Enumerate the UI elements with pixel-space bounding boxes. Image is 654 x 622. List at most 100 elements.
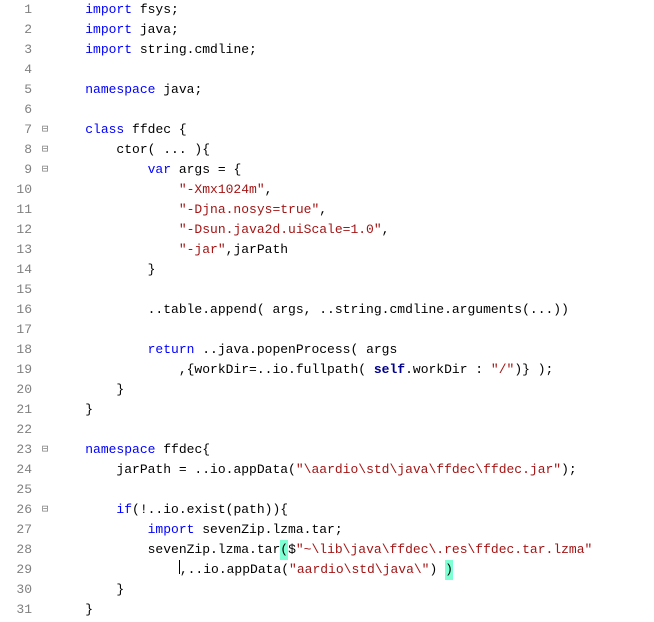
code-token: ,: [265, 180, 273, 200]
code-line[interactable]: return ..java.popenProcess( args: [54, 340, 654, 360]
code-token: args = {: [171, 160, 241, 180]
code-line[interactable]: "-Dsun.java2d.uiScale=1.0",: [54, 220, 654, 240]
code-line[interactable]: class ffdec {: [54, 120, 654, 140]
code-token: $: [288, 540, 296, 560]
line-number: 7: [0, 120, 32, 140]
line-number: 1: [0, 0, 32, 20]
line-number: 27: [0, 520, 32, 540]
line-number: 3: [0, 40, 32, 60]
code-line[interactable]: import string.cmdline;: [54, 40, 654, 60]
line-number-gutter: 1234567891011121314151617181920212223242…: [0, 0, 38, 620]
fold-spacer: [38, 340, 52, 360]
fold-spacer: [38, 480, 52, 500]
code-line[interactable]: ,{workDir=..io.fullpath( self.workDir : …: [54, 360, 654, 380]
fold-toggle-icon[interactable]: ⊟: [38, 500, 52, 520]
code-token: }: [116, 580, 124, 600]
line-number: 5: [0, 80, 32, 100]
fold-spacer: [38, 360, 52, 380]
code-line[interactable]: jarPath = ..io.appData("\aardio\std\java…: [54, 460, 654, 480]
code-token: ..java.popenProcess( args: [194, 340, 397, 360]
code-line[interactable]: import fsys;: [54, 0, 654, 20]
code-line[interactable]: sevenZip.lzma.tar($"~\lib\java\ffdec\.re…: [54, 540, 654, 560]
code-line[interactable]: namespace java;: [54, 80, 654, 100]
line-number: 21: [0, 400, 32, 420]
code-line[interactable]: [54, 420, 654, 440]
code-token: self: [374, 360, 405, 380]
code-line[interactable]: var args = {: [54, 160, 654, 180]
code-token: (!..io.exist(path)){: [132, 500, 288, 520]
code-token: ,..io.appData(: [180, 560, 289, 580]
fold-spacer: [38, 280, 52, 300]
code-line[interactable]: "-Xmx1024m",: [54, 180, 654, 200]
code-line[interactable]: [54, 100, 654, 120]
line-number: 14: [0, 260, 32, 280]
line-number: 24: [0, 460, 32, 480]
code-editor[interactable]: 1234567891011121314151617181920212223242…: [0, 0, 654, 620]
code-line[interactable]: [54, 280, 654, 300]
line-number: 31: [0, 600, 32, 620]
code-token: string.cmdline;: [132, 40, 257, 60]
fold-spacer: [38, 460, 52, 480]
code-token: java;: [155, 80, 202, 100]
code-token: ,jarPath: [226, 240, 288, 260]
line-number: 30: [0, 580, 32, 600]
code-line[interactable]: }: [54, 600, 654, 620]
code-line[interactable]: }: [54, 380, 654, 400]
code-line[interactable]: [54, 480, 654, 500]
code-token: }: [148, 260, 156, 280]
code-line[interactable]: }: [54, 260, 654, 280]
line-number: 4: [0, 60, 32, 80]
code-token: }: [85, 400, 93, 420]
fold-spacer: [38, 260, 52, 280]
code-token: ffdec{: [155, 440, 210, 460]
code-line[interactable]: "-jar",jarPath: [54, 240, 654, 260]
fold-spacer: [38, 600, 52, 620]
code-token: (: [280, 540, 288, 560]
code-token: ): [429, 560, 445, 580]
code-token: }: [85, 600, 93, 620]
code-line[interactable]: ,..io.appData("aardio\std\java\") ): [54, 560, 654, 580]
code-line[interactable]: import java;: [54, 20, 654, 40]
code-token: )} );: [514, 360, 553, 380]
code-token: }: [116, 380, 124, 400]
fold-spacer: [38, 20, 52, 40]
code-token: );: [561, 460, 577, 480]
line-number: 16: [0, 300, 32, 320]
line-number: 29: [0, 560, 32, 580]
code-token: import: [148, 520, 195, 540]
code-line[interactable]: }: [54, 400, 654, 420]
fold-spacer: [38, 0, 52, 20]
fold-gutter[interactable]: ⊟⊟⊟⊟⊟: [38, 0, 52, 620]
code-token: ..table.append( args, ..string.cmdline.a…: [148, 300, 569, 320]
fold-spacer: [38, 200, 52, 220]
code-line[interactable]: [54, 60, 654, 80]
fold-toggle-icon[interactable]: ⊟: [38, 120, 52, 140]
code-token: ,: [319, 200, 327, 220]
fold-spacer: [38, 560, 52, 580]
code-token: class: [85, 120, 124, 140]
fold-toggle-icon[interactable]: ⊟: [38, 140, 52, 160]
code-token: java;: [132, 20, 179, 40]
code-token: ,{workDir=..io.fullpath(: [179, 360, 374, 380]
fold-spacer: [38, 180, 52, 200]
fold-spacer: [38, 400, 52, 420]
fold-spacer: [38, 100, 52, 120]
code-line[interactable]: [54, 320, 654, 340]
line-number: 18: [0, 340, 32, 360]
code-line[interactable]: namespace ffdec{: [54, 440, 654, 460]
fold-spacer: [38, 380, 52, 400]
line-number: 28: [0, 540, 32, 560]
code-line[interactable]: }: [54, 580, 654, 600]
code-area[interactable]: import fsys; import java; import string.…: [52, 0, 654, 620]
code-line[interactable]: ctor( ... ){: [54, 140, 654, 160]
fold-toggle-icon[interactable]: ⊟: [38, 160, 52, 180]
code-line[interactable]: import sevenZip.lzma.tar;: [54, 520, 654, 540]
code-line[interactable]: "-Djna.nosys=true",: [54, 200, 654, 220]
code-line[interactable]: if(!..io.exist(path)){: [54, 500, 654, 520]
code-token: sevenZip.lzma.tar;: [194, 520, 342, 540]
fold-toggle-icon[interactable]: ⊟: [38, 440, 52, 460]
fold-spacer: [38, 520, 52, 540]
code-line[interactable]: ..table.append( args, ..string.cmdline.a…: [54, 300, 654, 320]
line-number: 23: [0, 440, 32, 460]
line-number: 19: [0, 360, 32, 380]
